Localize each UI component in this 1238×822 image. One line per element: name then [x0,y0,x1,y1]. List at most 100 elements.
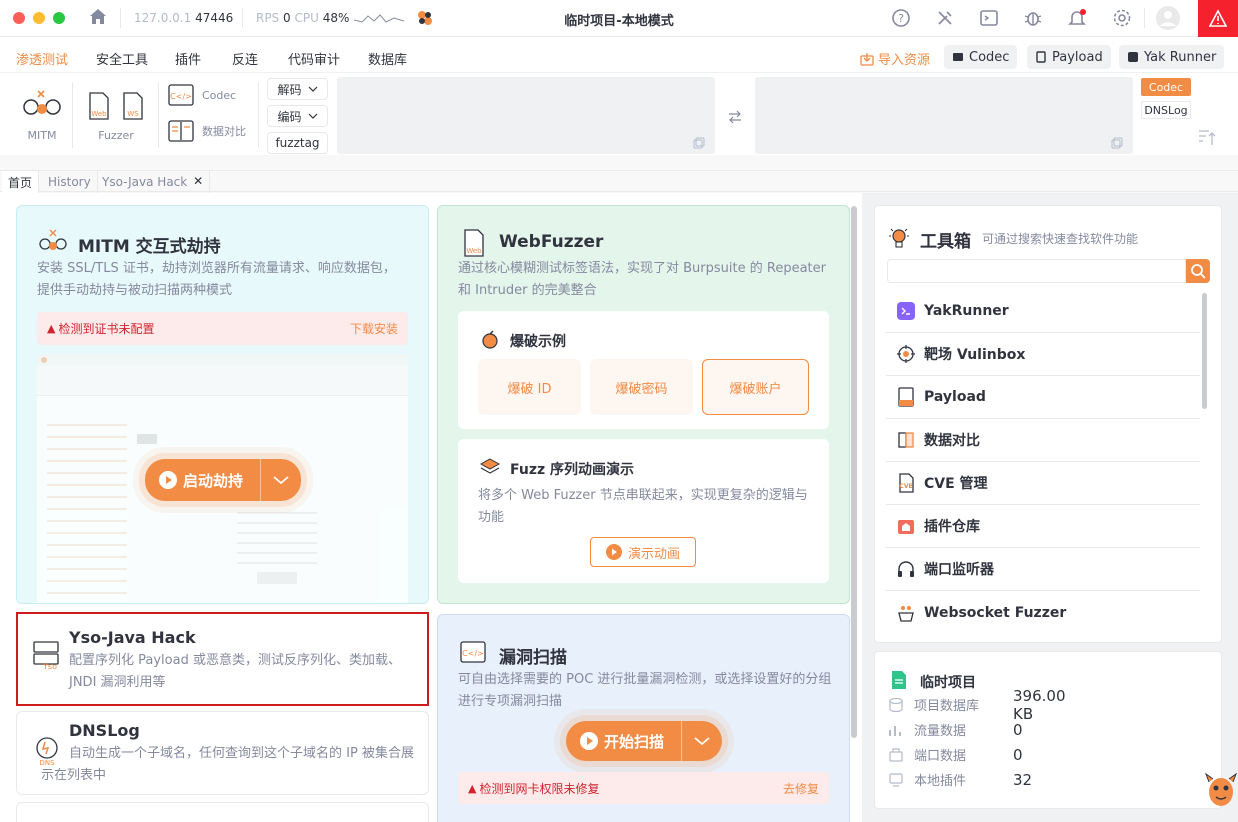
tab-home[interactable]: 首页 [2,171,40,193]
start-scan-button[interactable]: 开始扫描 [566,721,722,761]
web-fuzzer-icon: Web [464,229,484,257]
download-cert-link[interactable]: 下载安装 [350,320,398,337]
websocket-fuzzer-icon: WS [123,92,143,120]
brute-examples-panel: 爆破示例 爆破 ID 爆破密码 爆破账户 [458,311,829,429]
yak-mascot-icon[interactable] [1204,770,1238,814]
codec-output-area[interactable] [755,77,1133,154]
tool-mitm[interactable]: MITM [20,87,64,142]
nic-permission-warning: ▲ 检测到网卡权限未修复 去修复 [458,772,829,804]
webfuzzer-description: 通过核心模糊测试标签语法，实现了对 Burpsuite 的 Repeater 和… [458,261,826,298]
encode-dropdown[interactable]: 编码 [267,105,328,127]
toolbox-search-button[interactable] [1186,259,1210,283]
chevron-down-icon [308,113,317,119]
toolbox-item-yakrunner[interactable]: YakRunner [886,290,1200,333]
svg-text:Yso: Yso [42,662,57,670]
fix-permission-link[interactable]: 去修复 [783,780,819,797]
dnslog-card[interactable]: DNS DNSLog 自动生成一个子域名，任何查询到这个子域名的 IP 被集合展… [16,711,429,795]
menu-reverse[interactable]: 反连 [232,49,258,68]
yso-java-icon: Yso [33,641,59,670]
close-tab-icon[interactable]: ✕ [193,174,203,188]
menu-code-audit[interactable]: 代码审计 [288,49,340,68]
toolbox-item-cve-management[interactable]: CVE CVE 管理 [886,462,1200,505]
compare-icon [898,432,914,448]
menu-database[interactable]: 数据库 [368,49,407,68]
decode-dropdown[interactable]: 解码 [267,78,328,100]
maximize-window-button[interactable] [53,12,65,24]
side-tab-codec[interactable]: Codec [1141,78,1191,96]
side-tab-dnslog[interactable]: DNSLog [1141,101,1191,119]
tab-history[interactable]: History [42,171,98,193]
webfuzzer-title: WebFuzzer [499,232,604,252]
warning-icon: ▲ [468,781,477,795]
toolbox-item-vulinbox[interactable]: 靶场 Vulinbox [886,333,1200,376]
yak-logo-icon[interactable] [416,9,434,27]
menu-pentest[interactable]: 渗透测试 [16,49,68,68]
mitm-card[interactable]: MITM 交互式劫持 安装 SSL/TLS 证书，劫持浏览器所有流量请求、响应数… [16,205,429,604]
help-icon[interactable]: ? [891,8,911,28]
alert-button[interactable] [1198,0,1238,37]
quick-codec-button[interactable]: Codec [944,45,1018,69]
import-resources-button[interactable]: 导入资源 [860,49,930,68]
toolbox-item-data-compare[interactable]: 数据对比 [886,419,1200,462]
database-icon [889,697,903,712]
bug-icon[interactable] [1023,8,1043,28]
terminal-icon[interactable] [979,8,999,28]
bar-chart-icon [889,725,901,736]
tab-yso-java-hack[interactable]: Yso-Java Hack ✕ [96,171,211,193]
mitm-icon [23,90,61,115]
minimize-window-button[interactable] [33,12,45,24]
main-scrollbar[interactable] [851,206,857,738]
user-avatar-icon[interactable] [1156,6,1180,30]
settings-gear-icon[interactable] [1112,8,1132,28]
fuzz-sequence-title: Fuzz 序列动画演示 [510,462,635,478]
brute-password-button[interactable]: 爆破密码 [590,359,693,415]
port-icon [889,747,903,762]
tools-icon[interactable] [935,8,955,28]
tool-codec[interactable]: C</> Codec [168,84,236,106]
fuzz-sequence-description: 将多个 Web Fuzzer 节点串联起来，实现更复杂的逻辑与功能 [478,488,808,525]
engine-address: 127.0.0.1 47446 [134,11,234,25]
toolbox-item-port-listener[interactable]: 端口监听器 [886,548,1200,591]
stat-ports: 端口数据 0 [888,742,1023,767]
stat-project-db: 项目数据库 396.00 KB [888,687,1066,723]
project-title: 临时项目 [920,675,976,691]
play-icon [159,471,177,489]
brute-account-button[interactable]: 爆破账户 [702,359,809,415]
toolbox-scrollbar[interactable] [1202,293,1207,409]
codec-tool-icon: C</> [168,84,194,106]
webfuzzer-card[interactable]: Web WebFuzzer 通过核心模糊测试标签语法，实现了对 Burpsuit… [437,205,850,604]
vuln-scan-title: 漏洞扫描 [499,648,567,668]
fuzztag-button[interactable]: fuzztag [267,132,328,154]
close-window-button[interactable] [13,12,25,24]
brute-id-button[interactable]: 爆破 ID [478,359,581,415]
tool-data-compare[interactable]: 数据对比 [168,120,246,142]
yso-java-hack-card[interactable]: Yso Yso-Java Hack 配置序列化 Payload 或恶意类，测试反… [16,612,429,706]
codec-input-area[interactable] [337,77,715,154]
toolbox-item-websocket-fuzzer[interactable]: Websocket Fuzzer [886,591,1200,634]
swap-icon[interactable] [728,110,742,124]
copy-icon[interactable] [693,137,705,149]
vuln-scan-card[interactable]: C</> 漏洞扫描 可自由选择需要的 POC 进行批量漏洞检测，或选择设置好的分… [437,614,850,822]
toolbox-item-payload[interactable]: Payload [886,376,1200,419]
home-icon[interactable] [88,7,108,27]
menu-plugins[interactable]: 插件 [175,49,201,68]
start-mitm-button[interactable]: 启动劫持 [145,459,301,501]
search-icon [1191,264,1206,279]
quick-payload-button[interactable]: Payload [1027,45,1111,69]
toolbox-item-plugin-store[interactable]: 插件仓库 [886,505,1200,548]
quick-yakrunner-button[interactable]: Yak Runner [1119,45,1225,69]
chevron-down-icon[interactable] [694,736,710,746]
vuln-scan-description: 可自由选择需要的 POC 进行批量漏洞检测，或选择设置好的分组进行专项漏洞扫描 [458,672,832,709]
next-card[interactable] [16,802,429,822]
notification-bell-icon[interactable] [1067,8,1087,28]
copy-icon[interactable] [1111,137,1123,149]
demo-animation-button[interactable]: 演示动画 [590,537,696,567]
menu-security-tools[interactable]: 安全工具 [96,49,148,68]
tool-fuzzer[interactable]: Web WS Fuzzer [80,91,152,142]
collapse-menu-icon[interactable] [1197,129,1217,147]
toolbox-search-input[interactable] [887,259,1186,283]
headphones-icon [898,561,914,577]
chevron-down-icon[interactable] [273,475,289,485]
websocket-icon [898,605,914,622]
yso-description: 配置序列化 Payload 或恶意类，测试反序列化、类加载、JNDI 漏洞利用等 [69,653,401,690]
